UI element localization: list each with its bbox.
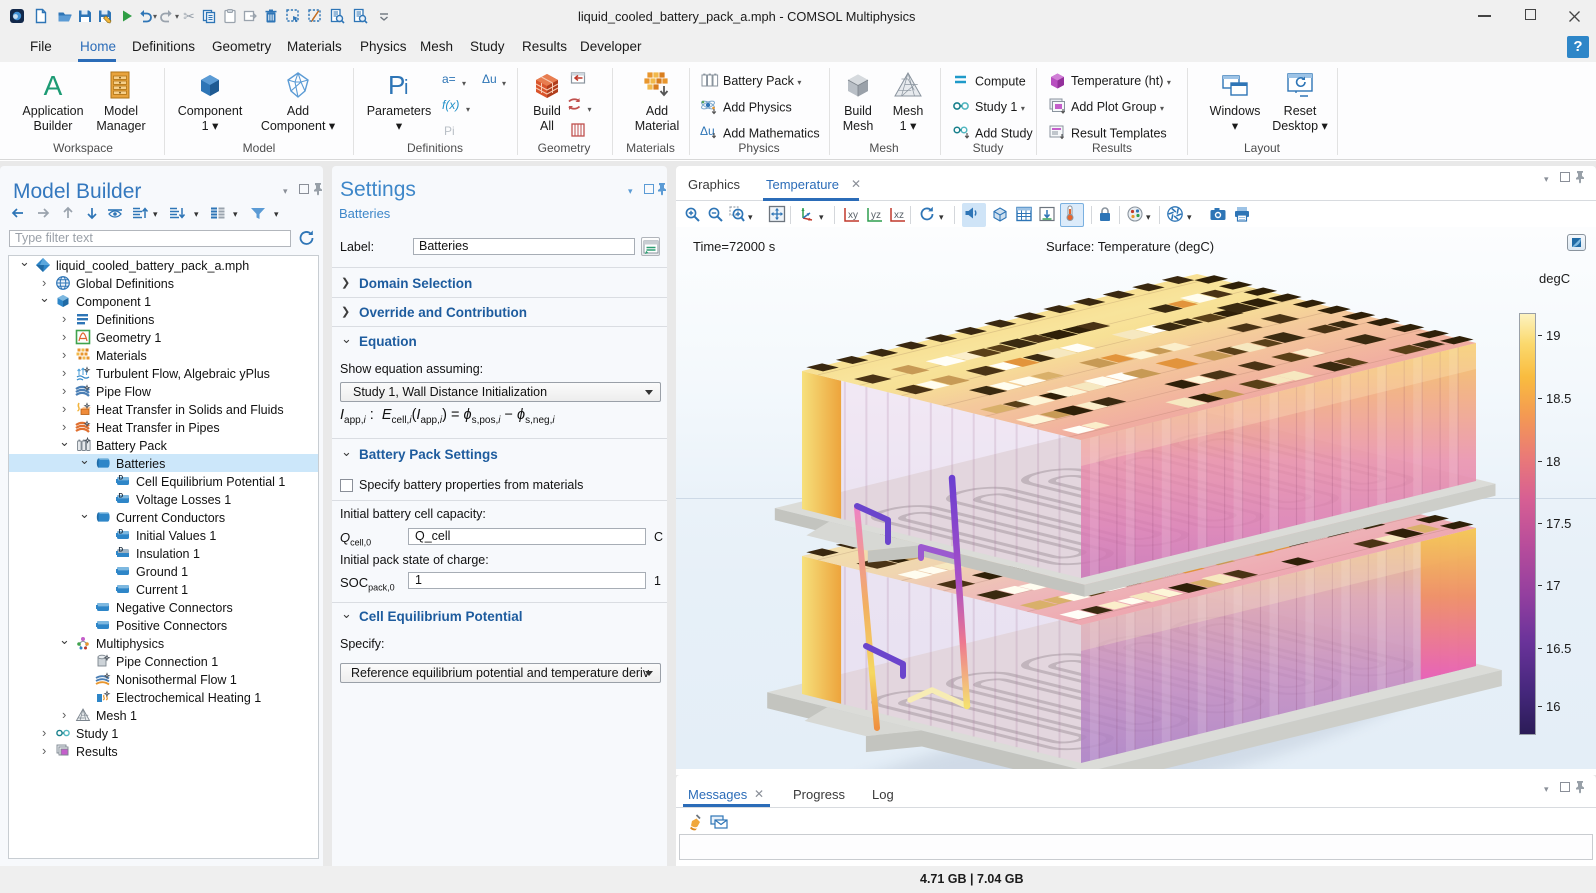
svg-text:yz: yz bbox=[871, 210, 881, 221]
svg-text:D: D bbox=[119, 475, 124, 482]
svg-text:Pi: Pi bbox=[444, 124, 455, 138]
svg-text:xy: xy bbox=[848, 210, 858, 221]
svg-text:D: D bbox=[119, 529, 124, 536]
svg-text:i: i bbox=[404, 77, 408, 99]
svg-text:f(x): f(x) bbox=[442, 98, 459, 112]
svg-text:a=: a= bbox=[442, 72, 456, 86]
svg-text:D: D bbox=[119, 493, 124, 500]
svg-text:✂: ✂ bbox=[183, 8, 195, 24]
svg-text:A: A bbox=[44, 70, 63, 100]
svg-text:xz: xz bbox=[894, 210, 904, 221]
svg-text:Δu: Δu bbox=[482, 72, 497, 86]
svg-text:P: P bbox=[388, 70, 405, 100]
svg-text:D: D bbox=[119, 547, 124, 554]
